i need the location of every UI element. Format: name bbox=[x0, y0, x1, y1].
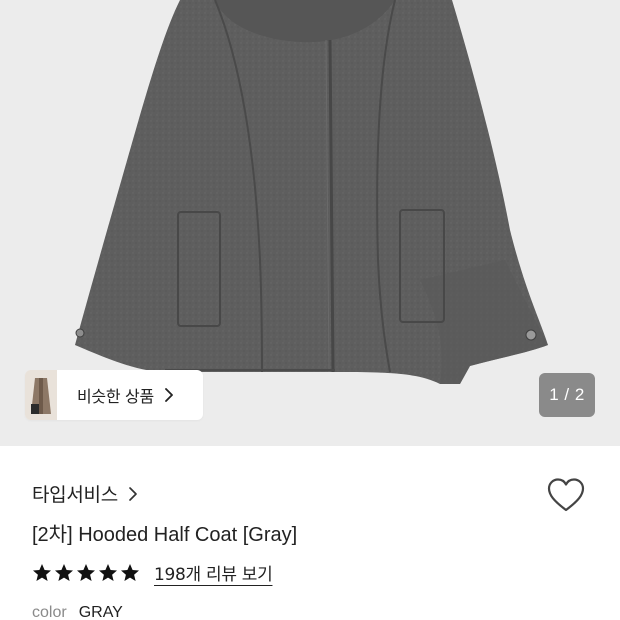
similar-product-thumbnail bbox=[25, 370, 57, 420]
product-title: [2차] Hooded Half Coat [Gray] bbox=[32, 524, 298, 546]
chevron-right-icon bbox=[128, 486, 138, 502]
product-image[interactable]: 비슷한 상품 1 / 2 bbox=[0, 0, 620, 446]
chevron-right-icon bbox=[164, 388, 174, 402]
similar-products-label: 비슷한 상품 bbox=[77, 387, 154, 406]
rating-stars bbox=[32, 563, 140, 583]
brand-link[interactable]: 타입서비스 bbox=[32, 480, 138, 507]
star-filled-icon bbox=[33, 563, 51, 581]
star-filled-icon bbox=[121, 563, 139, 581]
rating-row: 198개 리뷰 보기 bbox=[32, 560, 273, 585]
option-value: GRAY bbox=[78, 604, 123, 620]
review-link[interactable]: 198개 리뷰 보기 bbox=[154, 560, 273, 585]
star-filled-icon bbox=[55, 563, 73, 581]
color-option: color GRAY bbox=[32, 604, 123, 620]
image-page-indicator: 1 / 2 bbox=[539, 373, 595, 417]
brand-name: 타입서비스 bbox=[32, 484, 118, 506]
star-filled-icon bbox=[77, 563, 95, 581]
similar-products-button[interactable]: 비슷한 상품 bbox=[25, 370, 203, 420]
wishlist-heart-icon[interactable] bbox=[546, 476, 586, 516]
star-filled-icon bbox=[99, 563, 117, 581]
option-label: color bbox=[32, 604, 67, 620]
